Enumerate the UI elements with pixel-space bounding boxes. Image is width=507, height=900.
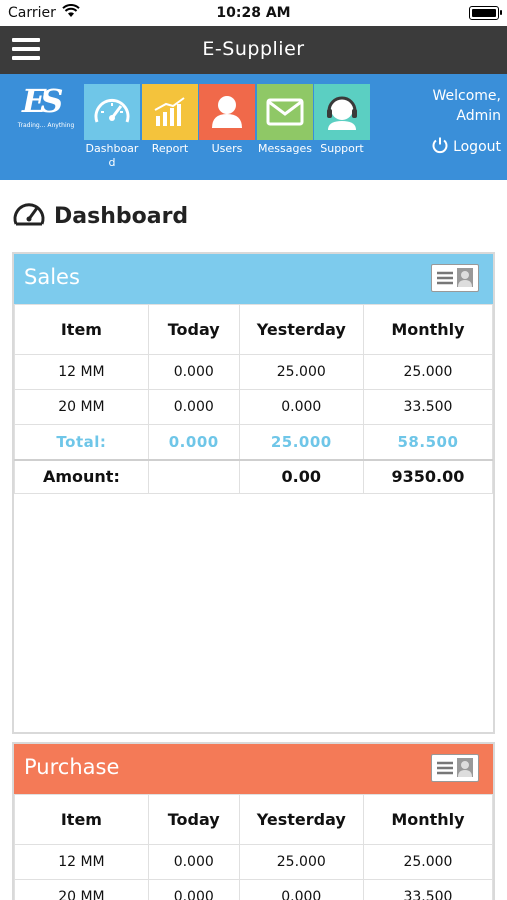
- nav-messages[interactable]: Messages: [257, 84, 313, 156]
- logo-tagline: Trading... Anything: [17, 122, 75, 129]
- nav-messages-label: Messages: [258, 142, 312, 155]
- table-row: 12 MM 0.000 25.000 25.000: [14, 354, 494, 390]
- logo-mark: ES: [22, 82, 63, 120]
- nav-support[interactable]: Support: [314, 84, 370, 156]
- amount-monthly: 9350.00: [362, 459, 494, 494]
- cell: 20 MM: [14, 879, 149, 900]
- purchase-panel: Purchase Item Today Yesterday Monthly 12…: [12, 742, 495, 900]
- cell: 12 MM: [14, 354, 149, 390]
- table-row: 20 MM 0.000 0.000 33.500: [14, 389, 494, 425]
- status-bar: Carrier 10:28 AM: [0, 0, 507, 26]
- total-yesterday: 25.000: [238, 424, 364, 461]
- cell: 0.000: [147, 389, 240, 425]
- cell: 20 MM: [14, 389, 149, 425]
- column-header: Yesterday: [238, 304, 364, 355]
- amount-row: Amount: 0.00 9350.00: [14, 459, 494, 494]
- table-header-row: Item Today Yesterday Monthly: [14, 794, 494, 845]
- nav-users[interactable]: Users: [199, 84, 255, 156]
- total-today: 0.000: [147, 424, 240, 461]
- cell: 0.000: [147, 844, 240, 880]
- app-navbar: E-Supplier: [0, 26, 507, 74]
- app-title: E-Supplier: [202, 38, 305, 60]
- logout-button[interactable]: Logout: [431, 136, 501, 158]
- page-heading: Dashboard: [12, 199, 188, 233]
- cell: 25.000: [362, 844, 494, 880]
- sales-table: Item Today Yesterday Monthly 12 MM 0.000…: [14, 304, 494, 494]
- total-label: Total:: [14, 424, 149, 461]
- column-header: Item: [14, 794, 149, 845]
- cell: 25.000: [238, 354, 364, 390]
- id-card-icon[interactable]: [431, 264, 479, 292]
- purchase-panel-header: Purchase: [14, 744, 493, 794]
- nav-users-label: Users: [211, 142, 243, 155]
- table-row: 20 MM 0.000 0.000 33.500: [14, 879, 494, 900]
- speedometer-icon: [12, 199, 46, 233]
- cell: 25.000: [238, 844, 364, 880]
- app-header: ES Trading... Anything Dashboard Report …: [0, 74, 507, 180]
- id-card-icon[interactable]: [431, 754, 479, 782]
- column-header: Monthly: [362, 794, 494, 845]
- nav-dashboard-label: Dashboard: [85, 142, 139, 169]
- cell: 0.000: [238, 389, 364, 425]
- sales-title: Sales: [24, 265, 80, 289]
- total-monthly: 58.500: [362, 424, 494, 461]
- column-header: Item: [14, 304, 149, 355]
- cell: 0.000: [147, 879, 240, 900]
- sales-panel: Sales Item Today Yesterday Monthly 12 MM…: [12, 252, 495, 734]
- nav-support-label: Support: [320, 142, 364, 155]
- nav-report[interactable]: Report: [142, 84, 198, 156]
- welcome-user: Admin: [456, 108, 501, 124]
- battery-icon: [469, 6, 502, 20]
- amount-yesterday: 0.00: [238, 459, 364, 494]
- amount-label: Amount:: [14, 459, 149, 494]
- total-row: Total: 0.000 25.000 58.500: [14, 424, 494, 461]
- purchase-title: Purchase: [24, 755, 120, 779]
- bar-chart-icon: [142, 84, 198, 140]
- clock: 10:28 AM: [216, 5, 291, 21]
- cell: 12 MM: [14, 844, 149, 880]
- page-title: Dashboard: [54, 203, 189, 229]
- power-icon: [431, 136, 449, 158]
- column-header: Today: [147, 794, 240, 845]
- table-header-row: Item Today Yesterday Monthly: [14, 304, 494, 355]
- headset-icon: [314, 84, 370, 140]
- logo[interactable]: ES Trading... Anything: [14, 82, 76, 134]
- nav-report-label: Report: [151, 142, 189, 155]
- amount-today: [147, 459, 240, 494]
- sales-panel-header: Sales: [14, 254, 493, 304]
- column-header: Yesterday: [238, 794, 364, 845]
- cell: 0.000: [238, 879, 364, 900]
- cell: 33.500: [362, 389, 494, 425]
- welcome-line: Welcome,: [432, 88, 502, 104]
- table-row: 12 MM 0.000 25.000 25.000: [14, 844, 494, 880]
- welcome-text: Welcome, Admin: [401, 86, 502, 126]
- speedometer-icon: [84, 84, 140, 140]
- cell: 0.000: [147, 354, 240, 390]
- cell: 33.500: [362, 879, 494, 900]
- logout-label: Logout: [453, 139, 501, 155]
- column-header: Today: [147, 304, 240, 355]
- nav-dashboard[interactable]: Dashboard: [84, 84, 140, 170]
- envelope-icon: [257, 84, 313, 140]
- purchase-table: Item Today Yesterday Monthly 12 MM 0.000…: [14, 794, 494, 900]
- user-icon: [199, 84, 255, 140]
- cell: 25.000: [362, 354, 494, 390]
- column-header: Monthly: [362, 304, 494, 355]
